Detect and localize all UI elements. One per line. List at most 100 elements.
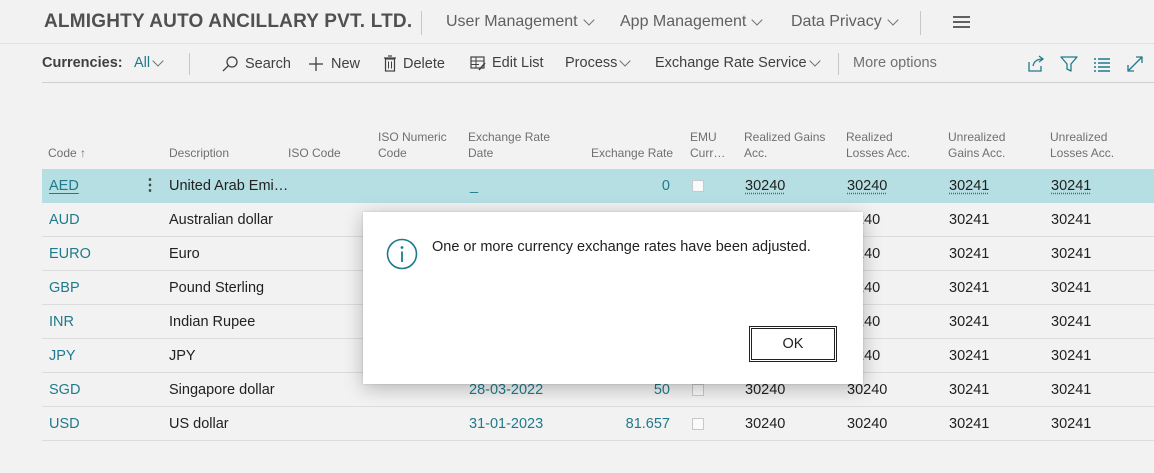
app-header: ALMIGHTY AUTO ANCILLARY PVT. LTD. User M… <box>0 0 1154 44</box>
column-header-line: Date <box>468 146 494 160</box>
column-header-realized-losses[interactable]: Realized Losses Acc. <box>846 129 910 161</box>
column-header-line: Losses Acc. <box>1050 146 1115 160</box>
exchange-rate-date-cell[interactable]: 28-03-2022 <box>469 382 543 398</box>
realized-gains-cell[interactable]: 30240 <box>745 178 785 194</box>
column-header-iso-code[interactable]: ISO Code <box>288 145 341 161</box>
row-actions-icon[interactable]: ⋮ <box>142 175 158 195</box>
nav-app-management[interactable]: App Management <box>620 13 763 31</box>
header-divider <box>421 11 422 35</box>
currency-code-link[interactable]: INR <box>49 314 74 330</box>
column-header-unrealized-losses[interactable]: Unrealized Losses Acc. <box>1050 129 1114 161</box>
emu-currency-checkbox[interactable] <box>692 418 704 430</box>
unrealized-losses-cell: 30241 <box>1051 348 1092 364</box>
column-header-description[interactable]: Description <box>169 145 229 161</box>
chevron-down-icon <box>152 54 164 67</box>
sort-ascending-icon: ↑ <box>80 146 87 160</box>
emu-currency-checkbox[interactable] <box>692 180 704 192</box>
description-cell: Australian dollar <box>169 212 273 228</box>
more-options-button[interactable]: More options <box>853 55 937 71</box>
actionbar-rule <box>42 82 1154 83</box>
unrealized-losses-cell: 30241 <box>1051 212 1092 228</box>
exchange-rate-cell[interactable]: 0 <box>662 178 670 194</box>
view-filter-label: All <box>134 55 151 71</box>
edit-list-button[interactable]: Edit List <box>470 55 544 71</box>
new-button-label: New <box>331 56 361 72</box>
unrealized-gains-cell: 30241 <box>949 314 990 330</box>
currency-code-link[interactable]: SGD <box>49 382 80 398</box>
exchange-rate-service-menu[interactable]: Exchange Rate Service <box>655 54 821 71</box>
column-header-emu-currency[interactable]: EMU Curr… <box>690 129 725 161</box>
exchange-rate-date-cell[interactable]: 31-01-2023 <box>469 416 543 432</box>
delete-button[interactable]: Delete <box>383 55 445 73</box>
header-divider <box>920 11 921 35</box>
currency-code-link[interactable]: GBP <box>49 280 80 296</box>
column-header-line: Unrealized <box>1050 130 1108 144</box>
unrealized-gains-cell: 30241 <box>949 280 990 296</box>
nav-user-management[interactable]: User Management <box>446 13 595 31</box>
nav-user-management-label: User Management <box>446 13 578 30</box>
unrealized-gains-cell: 30241 <box>949 416 990 432</box>
process-menu-label: Process <box>565 55 618 71</box>
chevron-down-icon <box>619 54 632 67</box>
new-button[interactable]: New <box>307 55 360 73</box>
currency-code-link[interactable]: EURO <box>49 246 91 262</box>
description-cell: Singapore dollar <box>169 382 275 398</box>
unrealized-losses-cell: 30241 <box>1051 280 1092 296</box>
exchange-rate-date-cell[interactable]: _ <box>470 178 478 194</box>
column-header-code[interactable]: Code ↑ <box>48 145 86 161</box>
exchange-rate-cell[interactable]: 81.657 <box>626 416 670 432</box>
chevron-down-icon <box>751 13 763 26</box>
share-icon[interactable] <box>1026 54 1046 74</box>
realized-gains-cell: 30240 <box>745 382 786 398</box>
edit-list-icon <box>470 56 486 71</box>
currency-code-link[interactable]: AUD <box>49 212 80 228</box>
column-header-line: ISO Numeric <box>378 130 447 144</box>
currency-code-link[interactable]: AED <box>49 178 79 194</box>
view-filter-dropdown[interactable]: All <box>134 54 164 71</box>
filter-icon[interactable] <box>1059 54 1079 74</box>
unrealized-gains-cell: 30241 <box>949 348 990 364</box>
currency-code-link[interactable]: USD <box>49 416 80 432</box>
column-header-line: Exchange Rate <box>468 130 551 144</box>
hamburger-menu-icon[interactable] <box>953 16 970 31</box>
realized-losses-cell[interactable]: 30240 <box>847 178 887 194</box>
column-header-unrealized-gains[interactable]: Unrealized Gains Acc. <box>948 129 1005 161</box>
list-view-icon[interactable] <box>1092 54 1112 74</box>
description-cell: US dollar <box>169 416 229 432</box>
column-header-exchange-rate-date[interactable]: Exchange Rate Date <box>468 129 550 161</box>
unrealized-gains-cell[interactable]: 30241 <box>949 178 989 194</box>
unrealized-gains-cell: 30241 <box>949 212 990 228</box>
exchange-rate-cell[interactable]: 50 <box>654 382 670 398</box>
search-icon <box>222 56 238 72</box>
expand-icon[interactable] <box>1125 54 1145 74</box>
ok-button[interactable]: OK <box>750 327 836 361</box>
column-header-line: Acc. <box>744 146 768 160</box>
unrealized-losses-cell: 30241 <box>1051 314 1092 330</box>
exchange-rate-service-label: Exchange Rate Service <box>655 55 807 71</box>
emu-currency-checkbox[interactable] <box>692 384 704 396</box>
message-dialog: One or more currency exchange rates have… <box>363 212 863 384</box>
search-button-label: Search <box>245 56 291 72</box>
description-cell: JPY <box>169 348 196 364</box>
description-cell[interactable]: United Arab Emi… <box>169 178 288 194</box>
chevron-down-icon <box>887 13 899 26</box>
plus-icon <box>309 57 323 71</box>
table-row[interactable]: USD US dollar 31-01-2023 81.657 30240 30… <box>42 407 1154 441</box>
unrealized-losses-cell[interactable]: 30241 <box>1051 178 1091 194</box>
column-header-code-label: Code <box>48 146 77 160</box>
currency-code-link[interactable]: JPY <box>49 348 76 364</box>
column-header-line: Unrealized <box>948 130 1006 144</box>
unrealized-gains-cell: 30241 <box>949 246 990 262</box>
nav-data-privacy[interactable]: Data Privacy <box>791 13 899 31</box>
nav-app-management-label: App Management <box>620 13 747 30</box>
company-name[interactable]: ALMIGHTY AUTO ANCILLARY PVT. LTD. <box>44 11 412 33</box>
realized-losses-cell: 30240 <box>847 382 888 398</box>
page-title: Currencies: <box>42 55 123 71</box>
search-button[interactable]: Search <box>221 55 291 73</box>
column-header-exchange-rate[interactable]: Exchange Rate <box>591 145 673 161</box>
column-header-realized-gains[interactable]: Realized Gains Acc. <box>744 129 825 161</box>
column-header-iso-numeric-code[interactable]: ISO Numeric Code <box>378 129 447 161</box>
table-row[interactable]: AED ⋮ United Arab Emi… _ 0 30240 30240 3… <box>42 169 1154 203</box>
description-cell: Pound Sterling <box>169 280 265 296</box>
process-menu[interactable]: Process <box>565 54 632 71</box>
